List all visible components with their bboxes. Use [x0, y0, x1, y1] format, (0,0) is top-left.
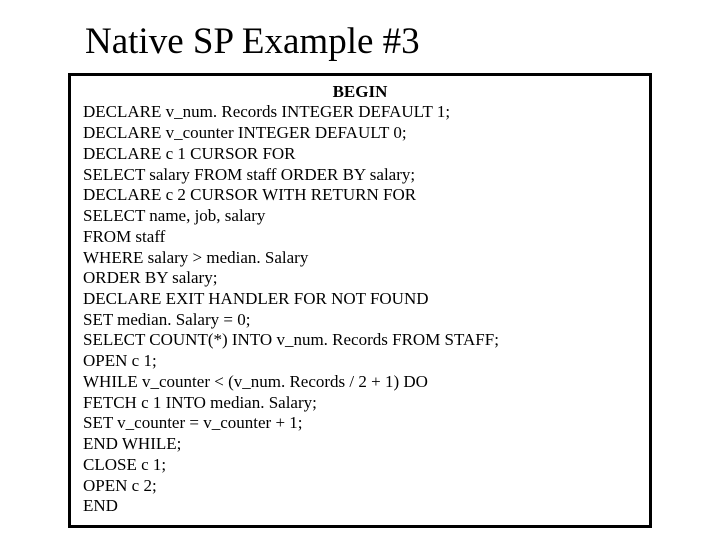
code-line: SELECT salary FROM staff ORDER BY salary…: [83, 165, 637, 186]
code-line: OPEN c 2;: [83, 476, 637, 497]
code-line: FROM staff: [83, 227, 637, 248]
code-line: SELECT COUNT(*) INTO v_num. Records FROM…: [83, 330, 637, 351]
code-line: SET median. Salary = 0;: [83, 310, 637, 331]
code-line: ORDER BY salary;: [83, 268, 637, 289]
code-line: DECLARE EXIT HANDLER FOR NOT FOUND: [83, 289, 637, 310]
code-begin: BEGIN: [83, 82, 637, 102]
slide: Native SP Example #3 BEGIN DECLARE v_num…: [0, 0, 720, 540]
code-line: SELECT name, job, salary: [83, 206, 637, 227]
code-line: END WHILE;: [83, 434, 637, 455]
code-line: DECLARE c 1 CURSOR FOR: [83, 144, 637, 165]
code-line: DECLARE v_num. Records INTEGER DEFAULT 1…: [83, 102, 637, 123]
code-line: DECLARE v_counter INTEGER DEFAULT 0;: [83, 123, 637, 144]
code-line: WHERE salary > median. Salary: [83, 248, 637, 269]
code-line: DECLARE c 2 CURSOR WITH RETURN FOR: [83, 185, 637, 206]
code-box: BEGIN DECLARE v_num. Records INTEGER DEF…: [68, 73, 652, 528]
code-line: SET v_counter = v_counter + 1;: [83, 413, 637, 434]
code-line: CLOSE c 1;: [83, 455, 637, 476]
code-line: FETCH c 1 INTO median. Salary;: [83, 393, 637, 414]
code-line: OPEN c 1;: [83, 351, 637, 372]
code-line: WHILE v_counter < (v_num. Records / 2 + …: [83, 372, 637, 393]
code-line: END: [83, 496, 637, 517]
slide-title: Native SP Example #3: [85, 20, 720, 63]
